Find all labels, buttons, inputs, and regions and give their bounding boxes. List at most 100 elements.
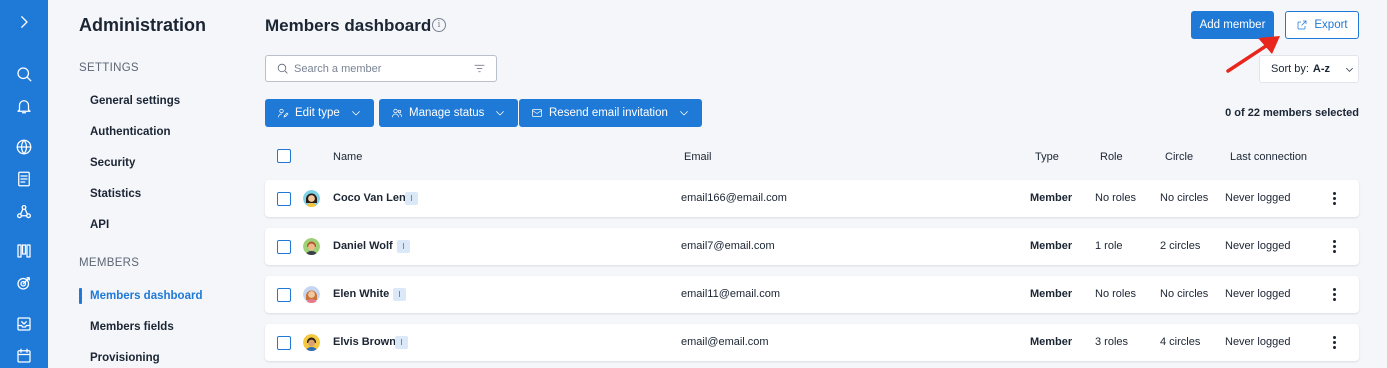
chevron-down-icon	[496, 111, 505, 116]
row-checkbox[interactable]	[277, 288, 291, 302]
member-last-connection: Never logged	[1225, 336, 1291, 348]
row-checkbox[interactable]	[277, 240, 291, 254]
sidebar-section-members: MEMBERS	[79, 257, 140, 269]
search-input[interactable]	[294, 60, 464, 78]
chevron-down-icon	[1346, 67, 1353, 72]
board-icon[interactable]	[13, 240, 35, 262]
sort-dropdown[interactable]: Sort by: A-z	[1259, 55, 1359, 83]
more-options-icon[interactable]	[1329, 334, 1339, 351]
select-all-checkbox[interactable]	[277, 149, 291, 163]
sidebar-item-members-fields[interactable]: Members fields	[90, 321, 174, 333]
active-indicator	[79, 288, 82, 304]
member-role: 3 roles	[1095, 336, 1129, 348]
search-icon[interactable]	[13, 63, 35, 85]
member-search[interactable]	[265, 55, 497, 82]
member-type: Member	[1030, 288, 1073, 300]
member-name[interactable]: Elen White	[333, 288, 389, 300]
more-options-icon[interactable]	[1329, 238, 1339, 255]
chevron-down-icon	[351, 111, 360, 116]
calendar-icon[interactable]	[13, 345, 35, 367]
globe-icon[interactable]	[13, 136, 35, 158]
app-nav-rail	[0, 0, 48, 368]
avatar	[303, 238, 320, 255]
filter-icon[interactable]	[473, 62, 486, 80]
export-label: Export	[1314, 19, 1348, 31]
users-icon	[392, 108, 402, 118]
member-role: No roles	[1095, 192, 1136, 204]
column-role[interactable]: Role	[1100, 151, 1123, 163]
member-tag: I	[395, 336, 408, 349]
member-last-connection: Never logged	[1225, 288, 1291, 300]
network-icon[interactable]	[13, 201, 35, 223]
row-checkbox[interactable]	[277, 192, 291, 206]
sidebar-item-authentication[interactable]: Authentication	[90, 126, 171, 138]
more-options-icon[interactable]	[1329, 190, 1339, 207]
manage-status-button[interactable]: Manage status	[379, 99, 519, 127]
sort-label: Sort by:	[1271, 63, 1309, 75]
sidebar-item-statistics[interactable]: Statistics	[90, 188, 141, 200]
expand-chevron-icon[interactable]	[13, 11, 35, 33]
member-name[interactable]: Daniel Wolf	[333, 240, 393, 252]
member-type: Member	[1030, 336, 1073, 348]
member-email: email11@email.com	[681, 288, 780, 300]
member-email: email166@email.com	[681, 192, 787, 204]
table-row[interactable]: Elvis Brown I email@email.com Member 3 r…	[265, 324, 1359, 361]
resend-invitation-button[interactable]: Resend email invitation	[519, 99, 702, 127]
column-type[interactable]: Type	[1035, 151, 1059, 163]
member-last-connection: Never logged	[1225, 240, 1291, 252]
avatar	[303, 190, 320, 207]
sidebar-item-security[interactable]: Security	[90, 157, 135, 169]
member-type: Member	[1030, 240, 1073, 252]
avatar	[303, 286, 320, 303]
avatar	[303, 334, 320, 351]
target-icon[interactable]	[13, 272, 35, 294]
member-circle: No circles	[1160, 288, 1209, 300]
column-circle[interactable]: Circle	[1165, 151, 1193, 163]
member-tag: I	[397, 240, 410, 253]
sidebar-title: Administration	[79, 15, 207, 35]
column-last-connection[interactable]: Last connection	[1230, 151, 1307, 163]
table-row[interactable]: Daniel Wolf I email7@email.com Member 1 …	[265, 228, 1359, 265]
page-title: Members dashboard	[265, 16, 432, 35]
inbox-icon[interactable]	[13, 313, 35, 335]
sidebar-item-members-dashboard[interactable]: Members dashboard	[90, 290, 202, 302]
column-email[interactable]: Email	[684, 151, 712, 163]
column-name[interactable]: Name	[333, 151, 362, 163]
member-name[interactable]: Elvis Brown	[333, 336, 396, 348]
selected-count: 0 of 22 members selected	[1225, 107, 1359, 119]
info-icon[interactable]: i	[432, 18, 446, 32]
admin-sidebar: Administration SETTINGS General settings…	[48, 0, 248, 368]
member-last-connection: Never logged	[1225, 192, 1291, 204]
table-row[interactable]: Elen White I email11@email.com Member No…	[265, 276, 1359, 313]
member-tag: I	[393, 288, 406, 301]
resend-invitation-label: Resend email invitation	[549, 107, 668, 119]
table-header: Name Email Type Role Circle Last connect…	[265, 146, 1359, 168]
member-role: 1 role	[1095, 240, 1123, 252]
member-tag: I	[405, 192, 418, 205]
table-row[interactable]: Coco Van Len I email166@email.com Member…	[265, 180, 1359, 217]
member-circle: 2 circles	[1160, 240, 1201, 252]
more-options-icon[interactable]	[1329, 286, 1339, 303]
document-icon[interactable]	[13, 168, 35, 190]
user-edit-icon	[278, 108, 289, 118]
member-circle: 4 circles	[1160, 336, 1201, 348]
search-icon	[276, 62, 289, 80]
edit-type-label: Edit type	[295, 107, 340, 119]
sidebar-item-api[interactable]: API	[90, 219, 109, 231]
mail-icon	[532, 109, 542, 117]
export-button[interactable]: Export	[1285, 11, 1359, 39]
member-name[interactable]: Coco Van Len	[333, 192, 406, 204]
member-email: email@email.com	[681, 336, 769, 348]
sidebar-item-provisioning[interactable]: Provisioning	[90, 352, 160, 364]
member-circle: No circles	[1160, 192, 1209, 204]
sidebar-item-general-settings[interactable]: General settings	[90, 95, 180, 107]
row-checkbox[interactable]	[277, 336, 291, 350]
member-role: No roles	[1095, 288, 1136, 300]
member-email: email7@email.com	[681, 240, 775, 252]
member-type: Member	[1030, 192, 1073, 204]
external-link-icon	[1298, 20, 1307, 30]
bell-icon[interactable]	[13, 95, 35, 117]
edit-type-button[interactable]: Edit type	[265, 99, 374, 127]
chevron-down-icon	[680, 111, 688, 116]
manage-status-label: Manage status	[409, 107, 485, 119]
